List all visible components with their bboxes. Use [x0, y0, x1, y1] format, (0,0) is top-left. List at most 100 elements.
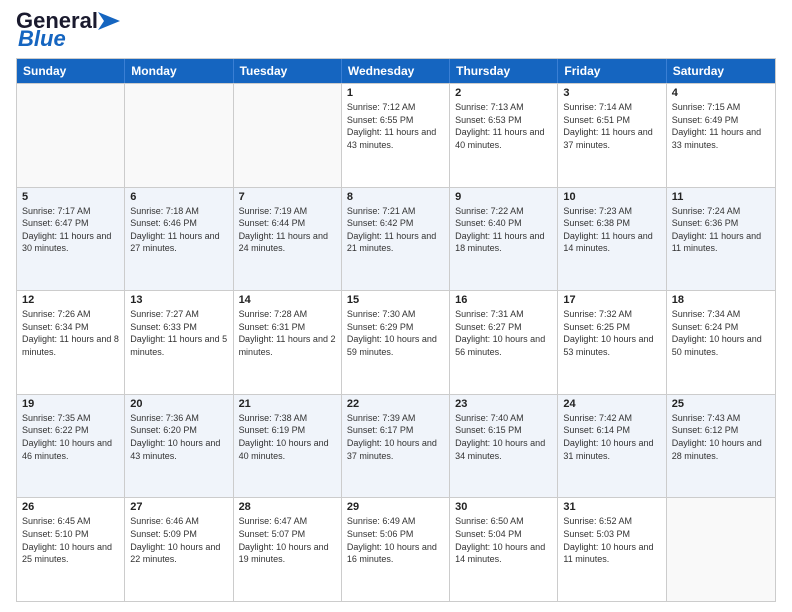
- day-number: 29: [347, 501, 444, 513]
- day-number: 11: [672, 191, 770, 203]
- day-number: 24: [563, 398, 660, 410]
- logo-blue-text: Blue: [18, 28, 66, 50]
- cal-cell: 26 Sunrise: 6:45 AM Sunset: 5:10 PM Dayli…: [17, 498, 125, 601]
- cal-cell: 16Sunrise: 7:31 AM Sunset: 6:27 PM Dayli…: [450, 291, 558, 394]
- cal-cell: 17 Sunrise: 7:32 AM Sunset: 6:25 PM Dayli…: [558, 291, 666, 394]
- cal-cell: 2 Sunrise: 7:13 AM Sunset: 6:53 PM Daylig…: [450, 84, 558, 187]
- calendar-row-3: 12 Sunrise: 7:26 AM Sunset: 6:34 PM Dayli…: [17, 290, 775, 394]
- calendar-row-2: 5 Sunrise: 7:17 AM Sunset: 6:47 PM Daylig…: [17, 187, 775, 291]
- cal-cell: 23Sunrise: 7:40 AM Sunset: 6:15 PM Dayli…: [450, 395, 558, 498]
- cal-cell: 24 Sunrise: 7:42 AM Sunset: 6:14 PM Dayli…: [558, 395, 666, 498]
- cal-cell: 28 Sunrise: 6:47 AM Sunset: 5:07 PM Dayli…: [234, 498, 342, 601]
- day-number: 7: [239, 191, 336, 203]
- cal-cell: 19 Sunrise: 7:35 AM Sunset: 6:22 PM Dayli…: [17, 395, 125, 498]
- page: General Blue SundayMondayTuesdayWednesda…: [0, 0, 792, 612]
- day-info: Sunrise: 7:43 AM Sunset: 6:12 PM Dayligh…: [672, 412, 770, 462]
- cal-cell: 21 Sunrise: 7:38 AM Sunset: 6:19 PM Dayli…: [234, 395, 342, 498]
- cal-cell: 11 Sunrise: 7:24 AM Sunset: 6:36 PM Dayli…: [667, 188, 775, 291]
- day-number: 30: [455, 501, 552, 513]
- day-number: 10: [563, 191, 660, 203]
- day-info: Sunrise: 6:45 AM Sunset: 5:10 PM Dayligh…: [22, 515, 119, 565]
- day-info: Sunrise: 7:28 AM Sunset: 6:31 PM Dayligh…: [239, 308, 336, 358]
- day-info: Sunrise: 7:32 AM Sunset: 6:25 PM Dayligh…: [563, 308, 660, 358]
- cal-cell: 30 Sunrise: 6:50 AM Sunset: 5:04 PM Dayli…: [450, 498, 558, 601]
- day-number: 8: [347, 191, 444, 203]
- day-info: Sunrise: 7:27 AM Sunset: 6:33 PM Dayligh…: [130, 308, 227, 358]
- day-number: 18: [672, 294, 770, 306]
- day-number: 13: [130, 294, 227, 306]
- header-day-wednesday: Wednesday: [342, 59, 450, 83]
- day-info: Sunrise: 6:46 AM Sunset: 5:09 PM Dayligh…: [130, 515, 227, 565]
- day-number: 27: [130, 501, 227, 513]
- day-info: Sunrise: 7:35 AM Sunset: 6:22 PM Dayligh…: [22, 412, 119, 462]
- day-info: Sunrise: 7:26 AM Sunset: 6:34 PM Dayligh…: [22, 308, 119, 358]
- header-day-monday: Monday: [125, 59, 233, 83]
- day-number: 5: [22, 191, 119, 203]
- cal-cell: 13 Sunrise: 7:27 AM Sunset: 6:33 PM Dayli…: [125, 291, 233, 394]
- day-info: Sunrise: 7:24 AM Sunset: 6:36 PM Dayligh…: [672, 205, 770, 255]
- day-info: Sunrise: 7:42 AM Sunset: 6:14 PM Dayligh…: [563, 412, 660, 462]
- day-info: Sunrise: 7:23 AM Sunset: 6:38 PM Dayligh…: [563, 205, 660, 255]
- header: General Blue: [16, 10, 776, 50]
- cal-cell: 1 Sunrise: 7:12 AM Sunset: 6:55 PM Daylig…: [342, 84, 450, 187]
- cal-cell: 27 Sunrise: 6:46 AM Sunset: 5:09 PM Dayli…: [125, 498, 233, 601]
- day-number: 21: [239, 398, 336, 410]
- header-day-friday: Friday: [558, 59, 666, 83]
- cal-cell: [234, 84, 342, 187]
- day-number: 15: [347, 294, 444, 306]
- cal-cell: 14 Sunrise: 7:28 AM Sunset: 6:31 PM Dayli…: [234, 291, 342, 394]
- cal-cell: 9Sunrise: 7:22 AM Sunset: 6:40 PM Daylig…: [450, 188, 558, 291]
- header-day-saturday: Saturday: [667, 59, 775, 83]
- day-info: Sunrise: 7:19 AM Sunset: 6:44 PM Dayligh…: [239, 205, 336, 255]
- calendar-row-5: 26 Sunrise: 6:45 AM Sunset: 5:10 PM Dayli…: [17, 497, 775, 601]
- day-info: Sunrise: 7:39 AM Sunset: 6:17 PM Dayligh…: [347, 412, 444, 462]
- day-info: Sunrise: 7:22 AM Sunset: 6:40 PM Dayligh…: [455, 205, 552, 255]
- day-info: Sunrise: 6:49 AM Sunset: 5:06 PM Dayligh…: [347, 515, 444, 565]
- day-info: Sunrise: 7:34 AM Sunset: 6:24 PM Dayligh…: [672, 308, 770, 358]
- cal-cell: 8Sunrise: 7:21 AM Sunset: 6:42 PM Daylig…: [342, 188, 450, 291]
- calendar-header: SundayMondayTuesdayWednesdayThursdayFrid…: [17, 59, 775, 83]
- day-number: 2: [455, 87, 552, 99]
- day-info: Sunrise: 7:12 AM Sunset: 6:55 PM Dayligh…: [347, 101, 444, 151]
- day-number: 16: [455, 294, 552, 306]
- cal-cell: [17, 84, 125, 187]
- cal-cell: [125, 84, 233, 187]
- day-number: 19: [22, 398, 119, 410]
- cal-cell: 25 Sunrise: 7:43 AM Sunset: 6:12 PM Dayli…: [667, 395, 775, 498]
- day-number: 23: [455, 398, 552, 410]
- day-number: 26: [22, 501, 119, 513]
- cal-cell: 6 Sunrise: 7:18 AM Sunset: 6:46 PM Daylig…: [125, 188, 233, 291]
- cal-cell: 15 Sunrise: 7:30 AM Sunset: 6:29 PM Dayli…: [342, 291, 450, 394]
- day-info: Sunrise: 7:14 AM Sunset: 6:51 PM Dayligh…: [563, 101, 660, 151]
- header-day-sunday: Sunday: [17, 59, 125, 83]
- day-number: 14: [239, 294, 336, 306]
- day-info: Sunrise: 6:47 AM Sunset: 5:07 PM Dayligh…: [239, 515, 336, 565]
- cal-cell: 18 Sunrise: 7:34 AM Sunset: 6:24 PM Dayli…: [667, 291, 775, 394]
- day-number: 20: [130, 398, 227, 410]
- day-info: Sunrise: 7:36 AM Sunset: 6:20 PM Dayligh…: [130, 412, 227, 462]
- day-number: 22: [347, 398, 444, 410]
- day-number: 25: [672, 398, 770, 410]
- cal-cell: 22 Sunrise: 7:39 AM Sunset: 6:17 PM Dayli…: [342, 395, 450, 498]
- day-number: 28: [239, 501, 336, 513]
- day-info: Sunrise: 7:18 AM Sunset: 6:46 PM Dayligh…: [130, 205, 227, 255]
- day-number: 1: [347, 87, 444, 99]
- day-number: 4: [672, 87, 770, 99]
- cal-cell: 7 Sunrise: 7:19 AM Sunset: 6:44 PM Daylig…: [234, 188, 342, 291]
- cal-cell: [667, 498, 775, 601]
- day-info: Sunrise: 7:13 AM Sunset: 6:53 PM Dayligh…: [455, 101, 552, 151]
- day-info: Sunrise: 7:38 AM Sunset: 6:19 PM Dayligh…: [239, 412, 336, 462]
- day-info: Sunrise: 7:15 AM Sunset: 6:49 PM Dayligh…: [672, 101, 770, 151]
- calendar-row-1: 1 Sunrise: 7:12 AM Sunset: 6:55 PM Daylig…: [17, 83, 775, 187]
- day-info: Sunrise: 7:17 AM Sunset: 6:47 PM Dayligh…: [22, 205, 119, 255]
- day-info: Sunrise: 6:52 AM Sunset: 5:03 PM Dayligh…: [563, 515, 660, 565]
- day-number: 17: [563, 294, 660, 306]
- day-number: 6: [130, 191, 227, 203]
- cal-cell: 5 Sunrise: 7:17 AM Sunset: 6:47 PM Daylig…: [17, 188, 125, 291]
- day-info: Sunrise: 6:50 AM Sunset: 5:04 PM Dayligh…: [455, 515, 552, 565]
- cal-cell: 31Sunrise: 6:52 AM Sunset: 5:03 PM Dayli…: [558, 498, 666, 601]
- day-info: Sunrise: 7:30 AM Sunset: 6:29 PM Dayligh…: [347, 308, 444, 358]
- day-number: 12: [22, 294, 119, 306]
- cal-cell: 12 Sunrise: 7:26 AM Sunset: 6:34 PM Dayli…: [17, 291, 125, 394]
- header-day-thursday: Thursday: [450, 59, 558, 83]
